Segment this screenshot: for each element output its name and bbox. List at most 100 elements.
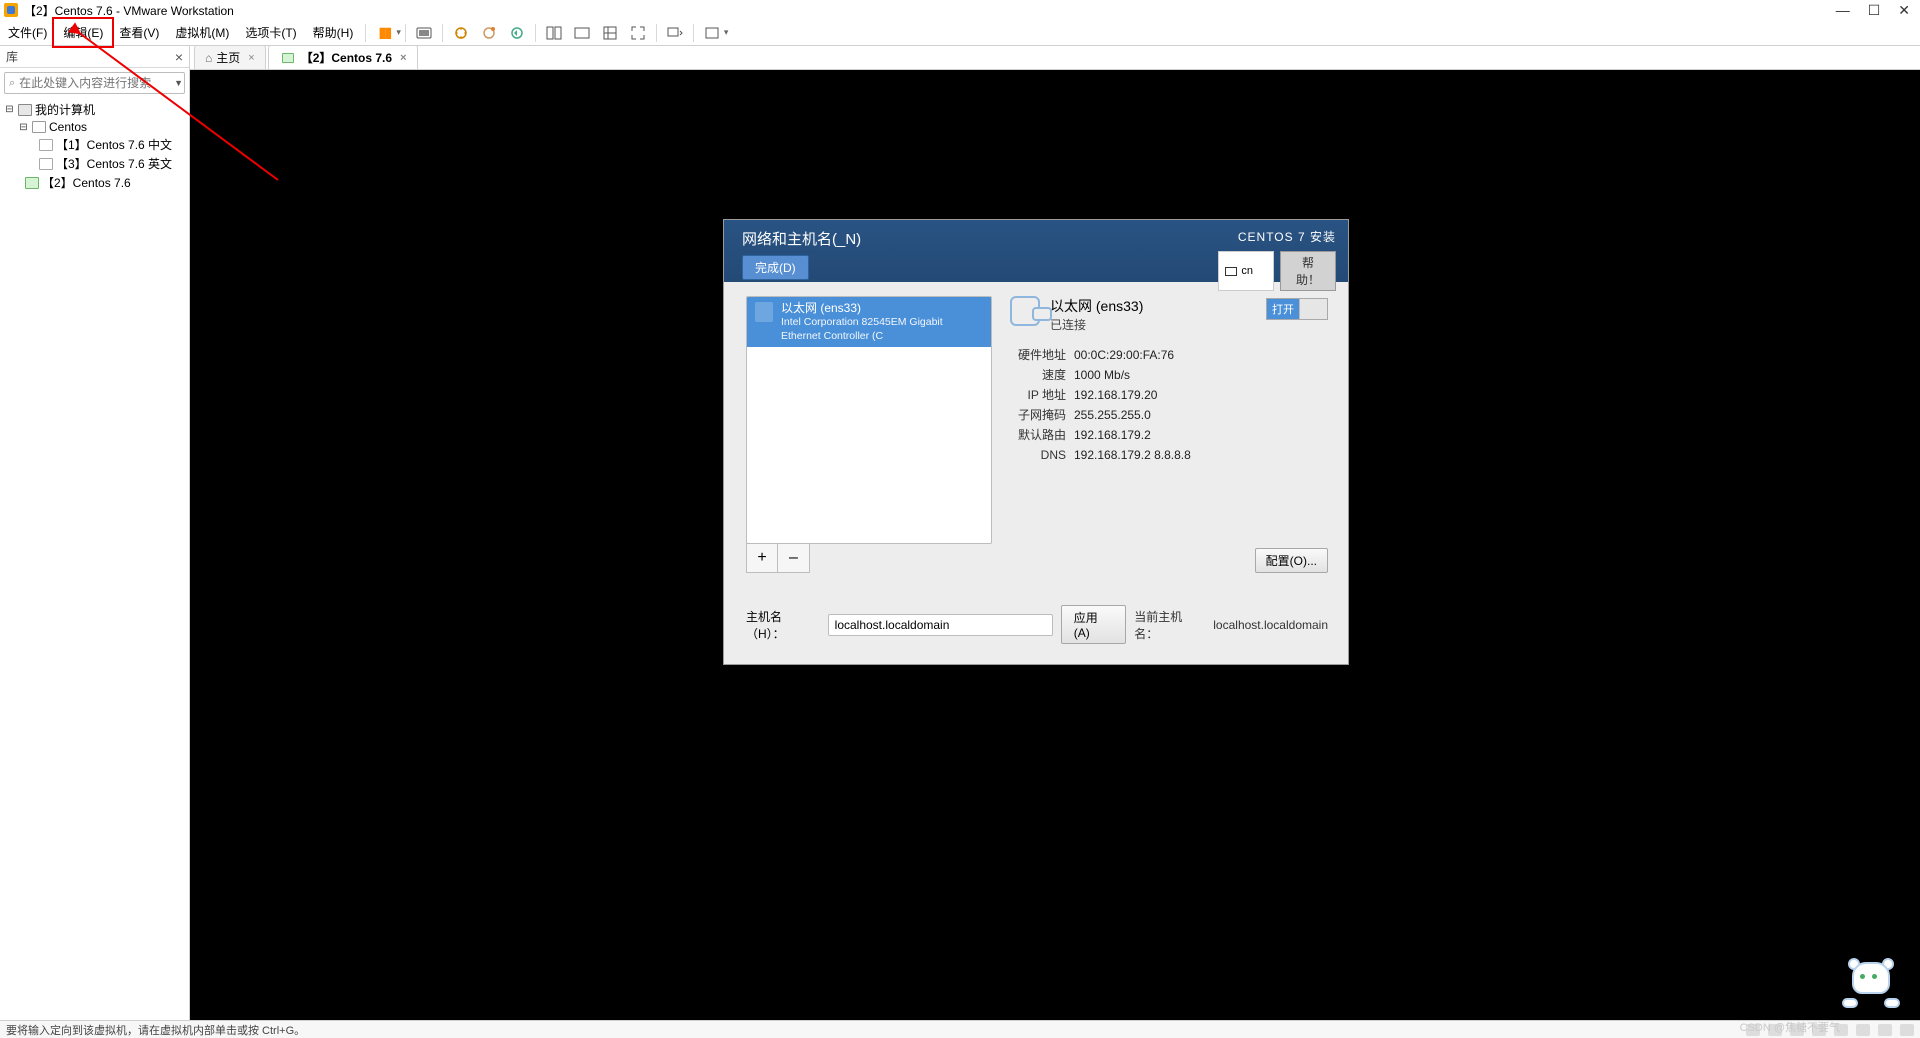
- gw-value: 192.168.179.2: [1074, 425, 1151, 445]
- tree-vm[interactable]: 【3】Centos 7.6 英文: [4, 154, 185, 173]
- toggle-on-label: 打开: [1267, 299, 1299, 319]
- vm-running-icon: [282, 53, 294, 63]
- menubar: 文件(F) 编辑(E) 查看(V) 虚拟机(M) 选项卡(T) 帮助(H) ▮▮…: [0, 20, 1920, 46]
- device-icon[interactable]: [1878, 1024, 1892, 1036]
- vm-label: 【2】Centos 7.6: [42, 174, 131, 191]
- nic-description: Intel Corporation 82545EM Gigabit Ethern…: [781, 315, 983, 343]
- device-icon[interactable]: [1768, 1024, 1782, 1036]
- revert-snapshot-icon[interactable]: [509, 25, 525, 41]
- menu-view[interactable]: 查看(V): [111, 20, 167, 45]
- tab-close-button[interactable]: ×: [248, 52, 254, 64]
- computer-icon: [18, 104, 32, 116]
- menu-edit[interactable]: 编辑(E): [55, 20, 111, 45]
- vm-label: 【3】Centos 7.6 英文: [56, 155, 172, 172]
- tab-home[interactable]: ⌂ 主页 ×: [194, 45, 266, 69]
- stretch-dropdown-icon[interactable]: ▾: [724, 27, 729, 38]
- current-hostname-label: 当前主机名：: [1134, 608, 1205, 642]
- nic-listbox[interactable]: 以太网 (ens33) Intel Corporation 82545EM Gi…: [746, 296, 992, 544]
- done-button[interactable]: 完成(D): [742, 255, 809, 280]
- speed-value: 1000 Mb/s: [1074, 365, 1130, 385]
- tab-label: 【2】Centos 7.6: [301, 49, 392, 66]
- nic-toggle[interactable]: 打开: [1266, 298, 1328, 320]
- window-title: 【2】Centos 7.6 - VMware Workstation: [24, 2, 234, 19]
- vm-icon: [39, 158, 53, 170]
- gw-label: 默认路由: [1010, 425, 1066, 445]
- ip-value: 192.168.179.20: [1074, 385, 1157, 405]
- quick-switch-icon[interactable]: [667, 25, 683, 41]
- ethernet-icon: [755, 302, 773, 322]
- tree-root[interactable]: ⊟ 我的计算机: [4, 100, 185, 119]
- hw-label: 硬件地址: [1010, 345, 1066, 365]
- device-icon[interactable]: [1746, 1024, 1760, 1036]
- remove-nic-button[interactable]: –: [778, 543, 810, 573]
- library-close-button[interactable]: ×: [175, 49, 183, 65]
- dns-value: 192.168.179.2 8.8.8.8: [1074, 445, 1191, 465]
- device-icon[interactable]: [1900, 1024, 1914, 1036]
- snapshot-manager-icon[interactable]: [481, 25, 497, 41]
- collapse-icon[interactable]: ⊟: [18, 122, 29, 133]
- stretch-icon[interactable]: [704, 25, 720, 41]
- titlebar: 【2】Centos 7.6 - VMware Workstation — ☐ ✕: [0, 0, 1920, 20]
- installer-body: 以太网 (ens33) Intel Corporation 82545EM Gi…: [724, 282, 1348, 664]
- keyboard-layout-selector[interactable]: cn: [1218, 251, 1274, 291]
- folder-icon: [32, 121, 46, 133]
- app-icon: [4, 3, 18, 17]
- ethernet-large-icon: [1010, 296, 1040, 326]
- tab-active-vm[interactable]: 【2】Centos 7.6 ×: [268, 45, 418, 69]
- search-dropdown-icon[interactable]: ▼: [174, 78, 183, 88]
- menu-vm[interactable]: 虚拟机(M): [167, 20, 237, 45]
- menu-help[interactable]: 帮助(H): [305, 20, 362, 45]
- menu-file[interactable]: 文件(F): [0, 20, 55, 45]
- menu-tabs[interactable]: 选项卡(T): [237, 20, 304, 45]
- status-hint: 要将输入定向到该虚拟机，请在虚拟机内部单击或按 Ctrl+G。: [6, 1022, 305, 1038]
- ip-label: IP 地址: [1010, 385, 1066, 405]
- centos-installer-window: 网络和主机名(_N) 完成(D) CENTOS 7 安装 cn 帮助！: [723, 219, 1349, 665]
- library-search[interactable]: ⌕ ▼: [4, 72, 185, 94]
- view-unity-icon[interactable]: [602, 25, 618, 41]
- hostname-row: 主机名（H）： 应用(A) 当前主机名： localhost.localdoma…: [746, 605, 1328, 644]
- search-input[interactable]: [19, 74, 174, 92]
- keyboard-icon: [1225, 267, 1237, 276]
- guest-display[interactable]: 网络和主机名(_N) 完成(D) CENTOS 7 安装 cn 帮助！: [190, 70, 1920, 1020]
- power-dropdown-icon[interactable]: ▾: [396, 27, 401, 38]
- apply-button[interactable]: 应用(A): [1061, 605, 1126, 644]
- hostname-input[interactable]: [828, 614, 1053, 636]
- speed-label: 速度: [1010, 365, 1066, 385]
- send-cad-icon[interactable]: [416, 25, 432, 41]
- nic-details: 以太网 (ens33) 已连接 打开 硬件地址 00:0C:29:00:FA:76: [1010, 296, 1328, 573]
- view-single-icon[interactable]: [546, 25, 562, 41]
- mask-value: 255.255.255.0: [1074, 405, 1151, 425]
- tree-folder[interactable]: ⊟ Centos: [4, 119, 185, 135]
- collapse-icon[interactable]: ⊟: [4, 104, 15, 115]
- nic-title: 以太网 (ens33): [1050, 296, 1143, 316]
- device-icon[interactable]: [1790, 1024, 1804, 1036]
- snapshot-icon[interactable]: [453, 25, 469, 41]
- configure-button[interactable]: 配置(O)...: [1255, 548, 1328, 573]
- tabbar: ⌂ 主页 × 【2】Centos 7.6 ×: [190, 46, 1920, 70]
- maximize-button[interactable]: ☐: [1868, 2, 1881, 19]
- device-icon[interactable]: [1834, 1024, 1848, 1036]
- tree-vm[interactable]: 【1】Centos 7.6 中文: [4, 135, 185, 154]
- device-icon[interactable]: [1856, 1024, 1870, 1036]
- fullscreen-icon[interactable]: [630, 25, 646, 41]
- dns-label: DNS: [1010, 445, 1066, 465]
- tab-close-button[interactable]: ×: [400, 52, 406, 64]
- tree-vm-running[interactable]: 【2】Centos 7.6: [4, 173, 185, 192]
- library-tree: ⊟ 我的计算机 ⊟ Centos 【1】Centos 7.6 中文 【3】Cen…: [0, 98, 189, 194]
- hw-value: 00:0C:29:00:FA:76: [1074, 345, 1174, 365]
- minimize-button[interactable]: —: [1836, 2, 1850, 19]
- nic-status: 已连接: [1050, 316, 1143, 333]
- tree-root-label: 我的计算机: [35, 101, 95, 118]
- device-icon[interactable]: [1812, 1024, 1826, 1036]
- library-title: 库: [6, 48, 18, 65]
- view-console-icon[interactable]: [574, 25, 590, 41]
- nic-item-selected[interactable]: 以太网 (ens33) Intel Corporation 82545EM Gi…: [747, 297, 991, 347]
- add-nic-button[interactable]: +: [746, 543, 778, 573]
- close-button[interactable]: ✕: [1898, 2, 1910, 19]
- device-icons: [1746, 1024, 1914, 1036]
- search-icon: ⌕: [9, 77, 15, 90]
- mask-label: 子网掩码: [1010, 405, 1066, 425]
- home-icon: ⌂: [205, 51, 212, 65]
- help-button[interactable]: 帮助！: [1280, 251, 1336, 291]
- pause-icon[interactable]: ▮▮: [376, 25, 392, 41]
